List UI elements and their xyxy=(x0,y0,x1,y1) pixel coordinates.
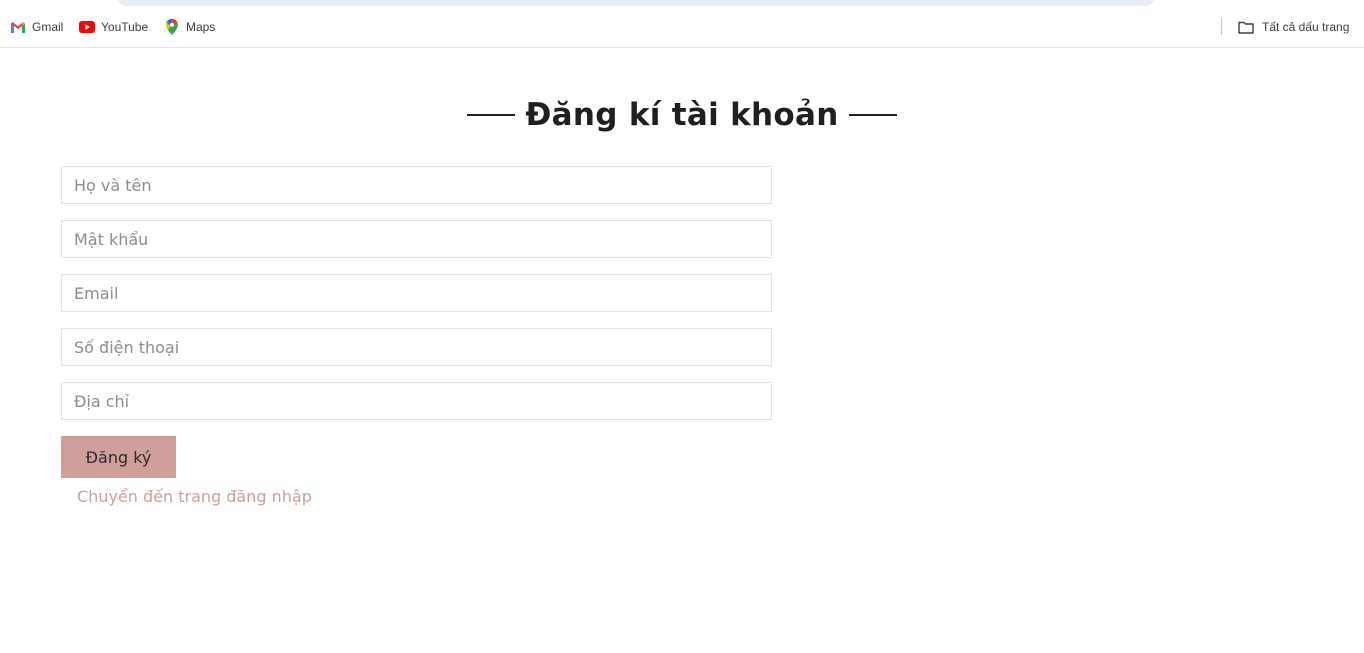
folder-icon xyxy=(1238,19,1254,35)
all-bookmarks-label: Tất cả dấu trang xyxy=(1262,20,1350,34)
bookmarks-bar: Gmail YouTube Maps Tất cả dấu trang xyxy=(0,0,1364,48)
fullname-input[interactable] xyxy=(61,166,772,204)
title-divider-left xyxy=(467,114,516,116)
email-input[interactable] xyxy=(61,274,772,312)
bookmark-label: Maps xyxy=(186,20,216,34)
maps-pin-icon xyxy=(164,19,180,35)
go-to-login-link[interactable]: Chuyển đến trang đăng nhập xyxy=(77,487,312,506)
bookmark-gmail[interactable]: Gmail xyxy=(10,18,63,36)
gmail-icon xyxy=(10,19,26,35)
all-bookmarks-button[interactable]: Tất cả dấu trang xyxy=(1238,18,1349,36)
title-divider-right xyxy=(848,114,897,116)
youtube-icon xyxy=(79,19,95,35)
bookmark-label: Gmail xyxy=(32,20,64,34)
phone-input[interactable] xyxy=(61,328,772,366)
bookmark-label: YouTube xyxy=(101,20,149,34)
register-form: Đăng ký Chuyển đến trang đăng nhập xyxy=(61,166,772,507)
bookmark-maps[interactable]: Maps xyxy=(164,18,215,36)
bookmark-youtube[interactable]: YouTube xyxy=(79,18,148,36)
bookmarks-separator xyxy=(1221,18,1222,35)
address-input[interactable] xyxy=(61,382,772,420)
title-row: Đăng kí tài khoản xyxy=(0,92,1364,138)
register-button[interactable]: Đăng ký xyxy=(61,436,176,478)
password-input[interactable] xyxy=(61,220,772,258)
page-title: Đăng kí tài khoản xyxy=(525,97,839,133)
